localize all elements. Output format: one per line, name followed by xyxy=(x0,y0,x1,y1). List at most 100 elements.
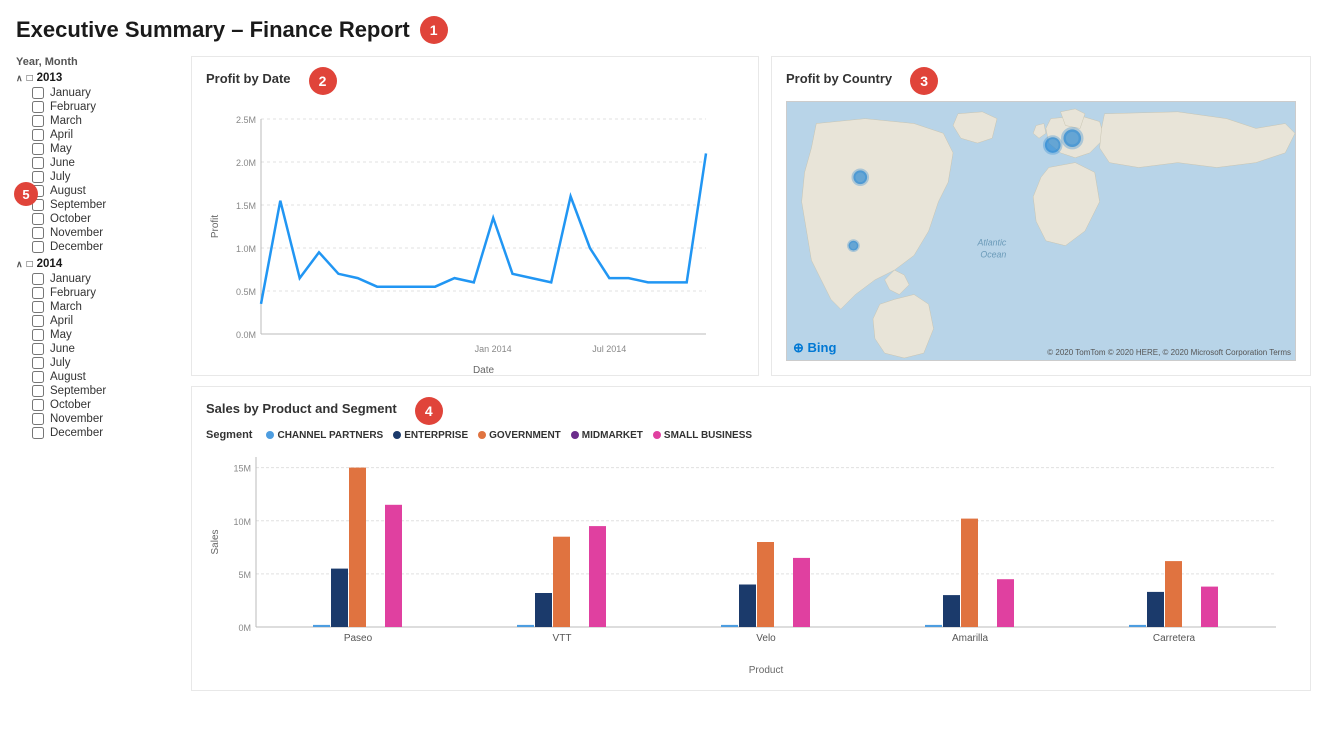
month-checkbox-june[interactable] xyxy=(32,157,44,169)
month-checkbox-january[interactable] xyxy=(32,273,44,285)
bar-chart-svg: 0M5M10M15MSalesProductPaseoVTTVeloAmaril… xyxy=(206,447,1296,677)
svg-text:Velo: Velo xyxy=(756,633,776,644)
month-checkbox-december[interactable] xyxy=(32,241,44,253)
month-row-september[interactable]: September xyxy=(16,198,181,212)
bar-chart-badge: 4 xyxy=(415,397,443,425)
month-row-may[interactable]: May xyxy=(16,328,181,342)
legend-label-cp: CHANNEL PARTNERS xyxy=(277,430,383,441)
sidebar-label: Year, Month xyxy=(16,56,181,68)
month-row-august[interactable]: August xyxy=(16,370,181,384)
svg-text:Product: Product xyxy=(749,665,784,676)
month-checkbox-december[interactable] xyxy=(32,427,44,439)
month-row-february[interactable]: February xyxy=(16,286,181,300)
month-checkbox-october[interactable] xyxy=(32,213,44,225)
month-checkbox-august[interactable] xyxy=(32,371,44,383)
month-row-november[interactable]: November xyxy=(16,226,181,240)
legend-dot-gov xyxy=(478,431,486,439)
month-label: December xyxy=(50,427,103,439)
month-label: June xyxy=(50,343,75,355)
month-label: November xyxy=(50,227,103,239)
svg-text:Atlantic: Atlantic xyxy=(977,238,1007,248)
month-row-september[interactable]: September xyxy=(16,384,181,398)
svg-text:10M: 10M xyxy=(233,517,251,527)
chevron-icon: ∧ xyxy=(16,73,23,84)
year-row-2013[interactable]: ∧□2013 xyxy=(16,72,181,84)
month-row-january[interactable]: January xyxy=(16,272,181,286)
month-checkbox-may[interactable] xyxy=(32,329,44,341)
month-checkbox-february[interactable] xyxy=(32,101,44,113)
month-label: December xyxy=(50,241,103,253)
month-label: May xyxy=(50,143,72,155)
month-row-january[interactable]: January xyxy=(16,86,181,100)
folder-icon: □ xyxy=(27,259,33,270)
month-checkbox-april[interactable] xyxy=(32,315,44,327)
month-row-june[interactable]: June xyxy=(16,156,181,170)
legend-government: GOVERNMENT xyxy=(478,430,561,441)
svg-text:0.0M: 0.0M xyxy=(236,330,256,340)
year-group-2013: ∧□2013 January FebruaryMarchAprilMayJuneJu… xyxy=(16,72,181,254)
legend-dot-ent xyxy=(393,431,401,439)
svg-text:1.5M: 1.5M xyxy=(236,201,256,211)
month-row-february[interactable]: February xyxy=(16,100,181,114)
bar-chart-title: Sales by Product and Segment xyxy=(206,401,397,416)
month-checkbox-february[interactable] xyxy=(32,287,44,299)
year-label: 2013 xyxy=(37,72,63,84)
month-label: January xyxy=(50,273,91,285)
year-row-2014[interactable]: ∧□2014 xyxy=(16,258,181,270)
profit-by-country-card: Profit by Country 3 xyxy=(771,56,1311,376)
month-checkbox-september[interactable] xyxy=(32,385,44,397)
month-row-april[interactable]: April xyxy=(16,128,181,142)
month-label: August xyxy=(50,185,86,197)
month-row-june[interactable]: June xyxy=(16,342,181,356)
month-row-december[interactable]: December xyxy=(16,240,181,254)
month-checkbox-march[interactable] xyxy=(32,115,44,127)
month-row-april[interactable]: April xyxy=(16,314,181,328)
month-checkbox-october[interactable] xyxy=(32,399,44,411)
svg-text:15M: 15M xyxy=(233,464,251,474)
month-row-august[interactable]: August xyxy=(16,184,181,198)
month-row-november[interactable]: November xyxy=(16,412,181,426)
month-row-july[interactable]: July xyxy=(16,170,181,184)
year-group-2014: ∧□2014JanuaryFebruaryMarchAprilMayJuneJu… xyxy=(16,258,181,440)
svg-text:Carretera: Carretera xyxy=(1153,633,1196,644)
month-label: October xyxy=(50,399,91,411)
month-row-october[interactable]: October xyxy=(16,398,181,412)
month-checkbox-january[interactable] xyxy=(32,87,44,99)
month-checkbox-november[interactable] xyxy=(32,227,44,239)
month-checkbox-april[interactable] xyxy=(32,129,44,141)
bar-chart-legend: Segment CHANNEL PARTNERS ENTERPRISE GOVE… xyxy=(206,429,1296,441)
map-badge: 3 xyxy=(910,67,938,95)
header-badge: 1 xyxy=(420,16,448,44)
legend-channel-partners: CHANNEL PARTNERS xyxy=(266,430,383,441)
month-label: September xyxy=(50,199,106,211)
month-label: November xyxy=(50,413,103,425)
svg-text:Sales: Sales xyxy=(210,529,221,554)
month-label: July xyxy=(50,357,70,369)
svg-text:Jul 2014: Jul 2014 xyxy=(592,344,626,354)
svg-text:Jan 2014: Jan 2014 xyxy=(475,344,512,354)
chevron-icon: ∧ xyxy=(16,259,23,270)
profit-line-chart: 0.0M0.5M1.0M1.5M2.0M2.5MJan 2014Jul 2014… xyxy=(206,99,726,379)
month-row-march[interactable]: March xyxy=(16,300,181,314)
month-checkbox-may[interactable] xyxy=(32,143,44,155)
month-row-december[interactable]: December xyxy=(16,426,181,440)
month-checkbox-november[interactable] xyxy=(32,413,44,425)
svg-text:Profit: Profit xyxy=(210,215,221,239)
segment-label: Segment xyxy=(206,429,252,441)
sales-by-product-card: Sales by Product and Segment 4 Segment C… xyxy=(191,386,1311,691)
month-checkbox-june[interactable] xyxy=(32,343,44,355)
month-row-october[interactable]: October xyxy=(16,212,181,226)
bing-logo: ⊕ Bing xyxy=(793,340,836,356)
month-checkbox-march[interactable] xyxy=(32,301,44,313)
month-row-may[interactable]: May xyxy=(16,142,181,156)
month-row-july[interactable]: July xyxy=(16,356,181,370)
sidebar-filter: Year, Month ∧□2013JanuaryFebruaryMarchAp… xyxy=(16,56,181,725)
month-label: April xyxy=(50,315,73,327)
map-credit: © 2020 TomTom © 2020 HERE, © 2020 Micros… xyxy=(1047,348,1291,357)
month-checkbox-july[interactable] xyxy=(32,357,44,369)
svg-text:VTT: VTT xyxy=(553,633,572,644)
month-label: February xyxy=(50,101,96,113)
month-label: February xyxy=(50,287,96,299)
month-label: January xyxy=(50,87,91,99)
month-row-march[interactable]: March xyxy=(16,114,181,128)
